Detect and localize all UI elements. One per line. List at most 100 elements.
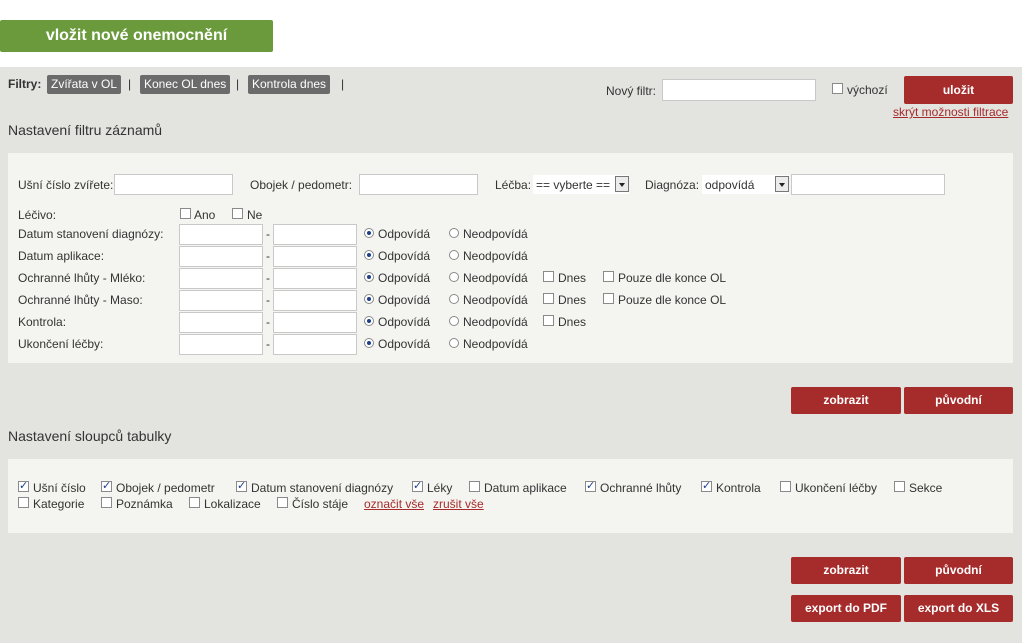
application-date-to[interactable] [273,246,357,267]
column-checkbox-withdrawal[interactable] [585,479,596,492]
column-checkbox-note[interactable] [101,497,112,508]
column-label: Poznámka [116,497,173,511]
match-label: Odpovídá [378,337,431,351]
original-columns-button[interactable]: původní [904,557,1013,584]
application-date-label: Datum aplikace: [18,249,105,263]
match-label: Odpovídá [378,249,431,263]
separator: | [341,77,345,91]
column-label: Ušní číslo [33,481,86,495]
column-checkbox-localization[interactable] [189,497,200,508]
default-label: výchozí [847,83,888,97]
diagnosis-select-value: odpovídá [705,178,755,192]
column-checkbox-diagnosis-date[interactable] [236,479,247,492]
milk-withdrawal-end-ol-checkbox[interactable] [603,271,614,282]
meat-withdrawal-from[interactable] [179,290,263,311]
new-filter-input[interactable] [662,79,816,101]
select-all-link[interactable]: označit vše [364,497,424,511]
nomatch-label: Neodpovídá [463,293,528,307]
export-pdf-button[interactable]: export do PDF [791,595,901,622]
meat-withdrawal-end-ol-checkbox[interactable] [603,293,614,304]
diagnosis-date-from[interactable] [179,224,263,245]
nomatch-label: Neodpovídá [463,337,528,351]
original-button[interactable]: původní [904,387,1013,414]
default-checkbox[interactable] [832,83,843,94]
show-button[interactable]: zobrazit [791,387,901,414]
medicine-yes-label: Ano [194,208,216,222]
meat-withdrawal-match-radio[interactable] [364,294,374,304]
medicine-no-checkbox[interactable] [232,208,243,219]
add-disease-button[interactable]: vložit nové onemocnění [0,20,273,52]
column-checkbox-section[interactable] [894,481,905,492]
meat-withdrawal-today-checkbox[interactable] [543,293,554,304]
diagnosis-select[interactable]: odpovídá [702,175,789,194]
medicine-no-label: Ne [247,208,263,222]
milk-withdrawal-label: Ochranné lhůty - Mléko: [18,271,146,285]
column-checkbox-category[interactable] [18,497,29,508]
meat-withdrawal-to[interactable] [273,290,357,311]
column-label: Datum aplikace [484,481,567,495]
ear-number-input[interactable] [114,174,233,195]
filter-chip-control-today[interactable]: Kontrola dnes [248,75,331,94]
dash: - [266,337,270,351]
diagnosis-date-match-radio[interactable] [364,228,374,238]
meat-withdrawal-nomatch-radio[interactable] [449,294,459,304]
save-filter-button[interactable]: uložit [904,76,1013,104]
chevron-down-icon [615,176,629,192]
diagnosis-label: Diagnóza: [645,178,700,192]
control-match-radio[interactable] [364,316,374,326]
export-xls-button[interactable]: export do XLS [904,595,1013,622]
milk-withdrawal-match-radio[interactable] [364,272,374,282]
treatment-select-value: == vyberte == [536,178,611,192]
treatment-select[interactable]: == vyberte == [533,175,629,194]
treatment-end-nomatch-radio[interactable] [449,338,459,348]
milk-withdrawal-nomatch-radio[interactable] [449,272,459,282]
control-label: Kontrola: [18,315,67,329]
dash: - [266,293,270,307]
column-label: Lokalizace [204,497,261,511]
milk-withdrawal-to[interactable] [273,268,357,289]
hide-filter-options-link[interactable]: skrýt možnosti filtrace [893,105,1008,119]
column-checkbox-control[interactable] [701,479,712,492]
column-checkbox-medicines[interactable] [412,479,423,492]
milk-withdrawal-today-checkbox[interactable] [543,271,554,282]
application-date-match-radio[interactable] [364,250,374,260]
column-checkbox-stable-number[interactable] [277,497,288,508]
application-date-from[interactable] [179,246,263,267]
column-checkbox-treatment-end[interactable] [780,481,791,492]
nomatch-label: Neodpovídá [463,315,528,329]
end-ol-label: Pouze dle konce OL [618,271,727,285]
milk-withdrawal-from[interactable] [179,268,263,289]
filter-chip-animals-in-ol[interactable]: Zvířata v OL [47,75,122,94]
end-ol-label: Pouze dle konce OL [618,293,727,307]
treatment-end-from[interactable] [179,334,263,355]
control-today-checkbox[interactable] [543,315,554,326]
columns-settings-box [8,459,1013,533]
match-label: Odpovídá [378,271,431,285]
dash: - [266,271,270,285]
match-label: Odpovídá [378,293,431,307]
dash: - [266,315,270,329]
filter-chip-end-ol-today[interactable]: Konec OL dnes [140,75,231,94]
treatment-end-match-radio[interactable] [364,338,374,348]
filters-label: Filtry: [8,77,42,91]
control-nomatch-radio[interactable] [449,316,459,326]
column-label: Sekce [909,481,943,495]
new-filter-label: Nový filtr: [606,84,657,98]
diagnosis-date-nomatch-radio[interactable] [449,228,459,238]
control-date-from[interactable] [179,312,263,333]
treatment-label: Léčba: [495,178,532,192]
diagnosis-input[interactable] [791,174,945,195]
column-checkbox-application-date[interactable] [469,481,480,492]
medicine-yes-checkbox[interactable] [180,208,191,219]
diagnosis-date-to[interactable] [273,224,357,245]
application-date-nomatch-radio[interactable] [449,250,459,260]
column-checkbox-ear-number[interactable] [18,479,29,492]
collar-input[interactable] [359,174,478,195]
control-date-to[interactable] [273,312,357,333]
treatment-end-to[interactable] [273,334,357,355]
separator: | [236,77,240,91]
show-columns-button[interactable]: zobrazit [791,557,901,584]
meat-withdrawal-label: Ochranné lhůty - Maso: [18,293,143,307]
deselect-all-link[interactable]: zrušit vše [433,497,484,511]
column-checkbox-collar[interactable] [101,479,112,492]
